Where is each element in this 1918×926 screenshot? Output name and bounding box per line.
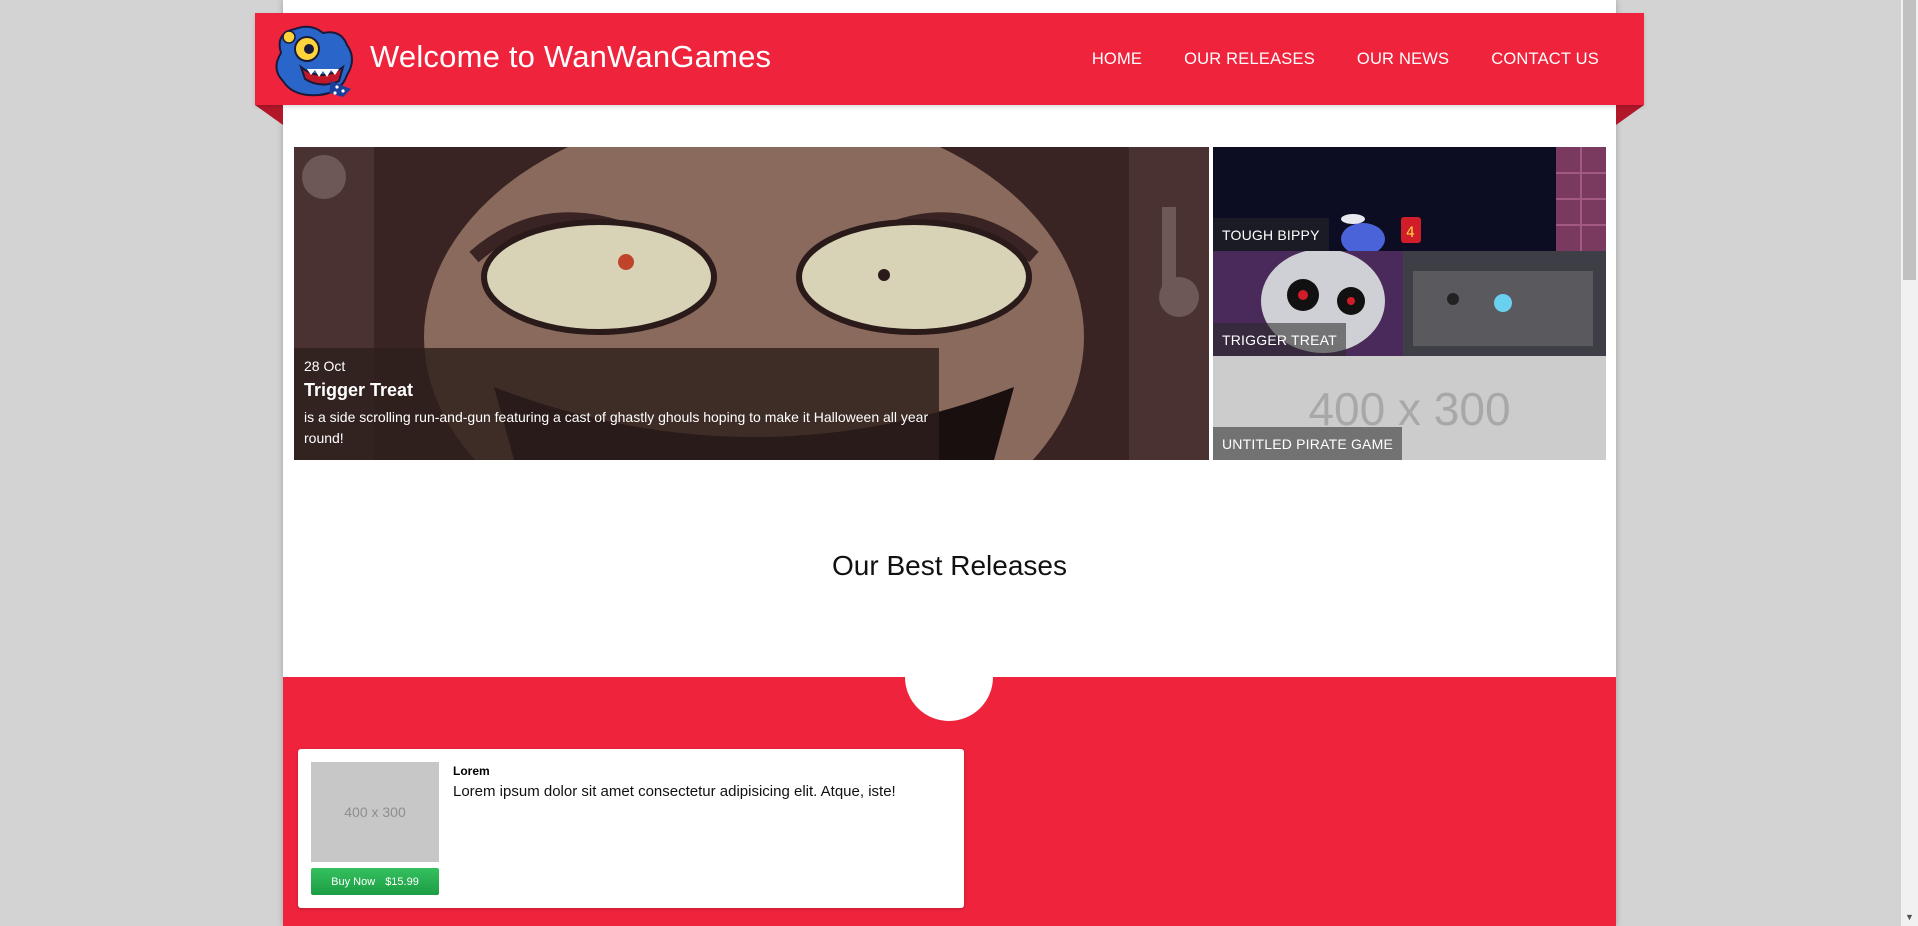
hero-slide[interactable]: 28 Oct Trigger Treat is a side scrolling…: [294, 147, 1209, 460]
featured-thumbnails: 4 TOUGH BIPPY TRIGGER TREAT 400 x 300 UN…: [1213, 147, 1606, 460]
svg-text:4: 4: [1406, 225, 1415, 241]
nav-contact-us[interactable]: CONTACT US: [1491, 50, 1599, 69]
buy-now-label: Buy Now: [331, 875, 376, 888]
scrollbar-thumb[interactable]: [1903, 0, 1916, 280]
section-title: Our Best Releases: [832, 550, 1067, 581]
site-title: Welcome to WanWanGames: [370, 39, 772, 74]
monster-mascot-icon[interactable]: [271, 23, 357, 99]
thumbnail-label: TRIGGER TREAT: [1213, 323, 1346, 356]
thumbnail-label: UNTITLED PIRATE GAME: [1213, 427, 1402, 460]
hero-description: is a side scrolling run-and-gun featurin…: [304, 409, 929, 446]
release-description: Lorem ipsum dolor sit amet consectetur a…: [453, 783, 896, 800]
hero-title[interactable]: Trigger Treat: [304, 380, 929, 401]
release-title: Lorem: [453, 764, 490, 778]
nav-our-releases[interactable]: OUR RELEASES: [1184, 50, 1315, 69]
site-header: Welcome to WanWanGames HOME OUR RELEASES…: [255, 13, 1644, 105]
band-notch: [905, 633, 993, 721]
vertical-scrollbar[interactable]: ▼: [1901, 0, 1918, 926]
nav-home[interactable]: HOME: [1092, 50, 1142, 69]
scroll-down-arrow-icon[interactable]: ▼: [1901, 909, 1918, 926]
release-card: 400 x 300 Buy Now $15.99 Lorem Lorem ips…: [298, 749, 964, 908]
hero-caption: 28 Oct Trigger Treat is a side scrolling…: [294, 348, 939, 460]
thumbnail-label: TOUGH BIPPY: [1213, 218, 1329, 251]
price-label: $15.99: [385, 875, 419, 888]
header-fold-left: [255, 105, 283, 125]
hero-date: 28 Oct: [304, 358, 346, 374]
thumbnail-tough-bippy[interactable]: 4 TOUGH BIPPY: [1213, 147, 1606, 251]
thumbnail-untitled-pirate-game[interactable]: 400 x 300 UNTITLED PIRATE GAME: [1213, 356, 1606, 460]
release-image-placeholder: 400 x 300: [311, 762, 439, 862]
nav-our-news[interactable]: OUR NEWS: [1357, 50, 1449, 69]
buy-now-button[interactable]: Buy Now $15.99: [311, 868, 439, 895]
main-nav: HOME OUR RELEASES OUR NEWS CONTACT US: [1092, 50, 1599, 69]
thumbnail-trigger-treat[interactable]: TRIGGER TREAT: [1213, 251, 1606, 356]
header-fold-right: [1616, 105, 1644, 125]
